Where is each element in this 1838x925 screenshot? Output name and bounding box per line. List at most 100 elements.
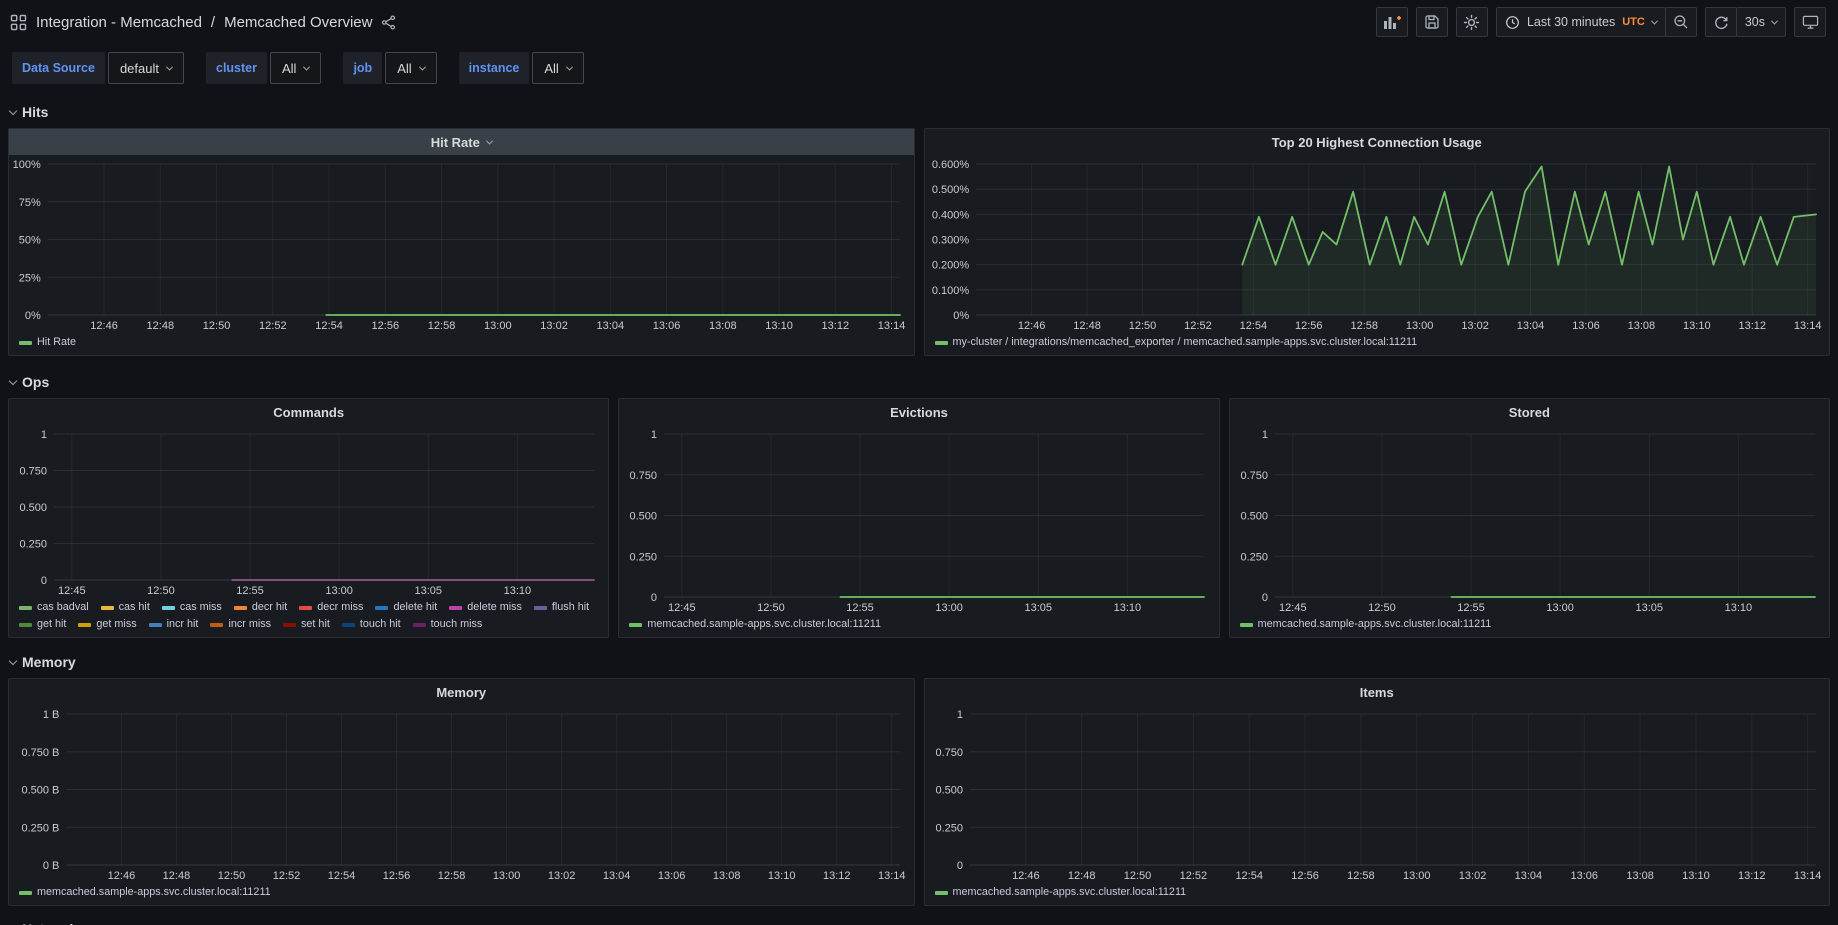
- legend-swatch: [283, 623, 296, 627]
- chart-svg-hit-rate[interactable]: 12:4612:4812:5012:5212:5412:5612:5813:00…: [9, 155, 914, 334]
- dashboard-variables-bar: Data SourcedefaultclusterAlljobAllinstan…: [0, 44, 1838, 94]
- time-range-picker[interactable]: Last 30 minutes UTC: [1496, 7, 1666, 37]
- y-tick-label: 1 B: [43, 709, 60, 721]
- legend-item-memcached-sample-apps-svc-cluster-local-[interactable]: memcached.sample-apps.svc.cluster.local:…: [1240, 617, 1492, 632]
- x-tick-label: 13:00: [493, 870, 521, 882]
- panel-title-evictions[interactable]: Evictions: [619, 399, 1218, 425]
- variable-label-data-source[interactable]: Data Source: [12, 52, 105, 84]
- chart-plot-area-stored[interactable]: 12:4512:5012:5513:0013:0513:1010.7500.50…: [1230, 425, 1829, 616]
- legend-item-cas-badval[interactable]: cas badval: [19, 600, 89, 615]
- variable-label-instance[interactable]: instance: [459, 52, 530, 84]
- variable-value-instance[interactable]: All: [532, 52, 583, 84]
- x-tick-label: 12:55: [1457, 602, 1485, 614]
- variable-label-cluster[interactable]: cluster: [206, 52, 267, 84]
- variable-value-data-source[interactable]: default: [108, 52, 184, 84]
- x-tick-label: 13:04: [603, 870, 631, 882]
- chart-plot-area-commands[interactable]: 12:4512:5012:5513:0013:0513:1010.7500.50…: [9, 425, 608, 599]
- panel-title-commands[interactable]: Commands: [9, 399, 608, 425]
- panel-row-memory: Memory12:4612:4812:5012:5212:5412:5612:5…: [8, 678, 1830, 906]
- chart-svg-evictions[interactable]: 12:4512:5012:5513:0013:0513:1010.7500.50…: [619, 425, 1218, 616]
- legend-item-decr-miss[interactable]: decr miss: [299, 600, 363, 615]
- top-navbar: Integration - Memcached / Memcached Over…: [0, 0, 1838, 44]
- legend-item-decr-hit[interactable]: decr hit: [234, 600, 287, 615]
- legend-item-hit-rate[interactable]: Hit Rate: [19, 335, 76, 350]
- settings-gear-icon[interactable]: [1456, 7, 1488, 37]
- row-label: Hits: [22, 104, 48, 120]
- chevron-down-icon: [303, 63, 310, 70]
- row-label: Network: [22, 921, 77, 925]
- legend-item-memcached-sample-apps-svc-cluster-local-[interactable]: memcached.sample-apps.svc.cluster.local:…: [629, 617, 881, 632]
- x-tick-label: 12:55: [236, 585, 264, 597]
- cycle-view-monitor-icon[interactable]: [1794, 7, 1826, 37]
- legend-item-my-cluster-integrations-memcached-export[interactable]: my-cluster / integrations/memcached_expo…: [935, 335, 1418, 350]
- add-panel-button[interactable]: [1376, 7, 1408, 37]
- y-tick-label: 0.200%: [931, 260, 969, 272]
- legend-item-memcached-sample-apps-svc-cluster-local-[interactable]: memcached.sample-apps.svc.cluster.local:…: [935, 885, 1187, 900]
- chevron-down-icon: [566, 63, 573, 70]
- legend-item-delete-miss[interactable]: delete miss: [449, 600, 522, 615]
- chart-plot-area-hit-rate[interactable]: 12:4612:4812:5012:5212:5412:5612:5813:00…: [9, 155, 914, 334]
- row-header-memory[interactable]: Memory: [8, 652, 1830, 672]
- panel-stored: Stored12:4512:5012:5513:0013:0513:1010.7…: [1229, 398, 1830, 638]
- chevron-down-icon: [1771, 17, 1778, 24]
- refresh-icon[interactable]: [1705, 7, 1737, 37]
- legend-item-get-hit[interactable]: get hit: [19, 617, 66, 632]
- x-tick-label: 12:48: [147, 320, 175, 332]
- x-tick-label: 13:14: [878, 870, 906, 882]
- panel-title-memory[interactable]: Memory: [9, 679, 914, 705]
- chart-svg-items[interactable]: 12:4612:4812:5012:5212:5412:5612:5813:00…: [925, 705, 1830, 884]
- x-tick-label: 12:54: [1235, 870, 1263, 882]
- refresh-interval-select[interactable]: 30s: [1736, 7, 1786, 37]
- variable-value-cluster[interactable]: All: [270, 52, 321, 84]
- zoom-out-button[interactable]: [1665, 7, 1697, 37]
- chart-svg-top20-connection-usage[interactable]: 12:4612:4812:5012:5212:5412:5612:5813:00…: [925, 155, 1830, 334]
- share-icon[interactable]: [381, 15, 396, 30]
- legend-item-delete-hit[interactable]: delete hit: [375, 600, 437, 615]
- chart-svg-stored[interactable]: 12:4512:5012:5513:0013:0513:1010.7500.50…: [1230, 425, 1829, 616]
- legend-item-cas-miss[interactable]: cas miss: [162, 600, 222, 615]
- row-header-ops[interactable]: Ops: [8, 372, 1830, 392]
- x-tick-label: 12:48: [1067, 870, 1095, 882]
- legend-item-flush-hit[interactable]: flush hit: [534, 600, 589, 615]
- panel-title-items[interactable]: Items: [925, 679, 1830, 705]
- legend-item-get-miss[interactable]: get miss: [78, 617, 136, 632]
- legend-label: flush hit: [552, 600, 589, 615]
- y-tick-label: 0.500%: [931, 184, 969, 196]
- legend-item-memcached-sample-apps-svc-cluster-local-[interactable]: memcached.sample-apps.svc.cluster.local:…: [19, 885, 271, 900]
- x-tick-label: 12:56: [383, 870, 411, 882]
- x-tick-label: 12:52: [259, 320, 287, 332]
- panel-title-top20-connection-usage[interactable]: Top 20 Highest Connection Usage: [925, 129, 1830, 155]
- panel-title-hit-rate[interactable]: Hit Rate: [9, 129, 914, 155]
- legend-item-cas-hit[interactable]: cas hit: [101, 600, 150, 615]
- chart-plot-area-items[interactable]: 12:4612:4812:5012:5212:5412:5612:5813:00…: [925, 705, 1830, 884]
- x-tick-label: 12:46: [108, 870, 136, 882]
- y-tick-label: 75%: [19, 197, 41, 209]
- legend-item-touch-hit[interactable]: touch hit: [342, 617, 401, 632]
- legend-item-incr-hit[interactable]: incr hit: [149, 617, 199, 632]
- panel-title-stored[interactable]: Stored: [1230, 399, 1829, 425]
- chart-plot-area-evictions[interactable]: 12:4512:5012:5513:0013:0513:1010.7500.50…: [619, 425, 1218, 616]
- legend-item-incr-miss[interactable]: incr miss: [210, 617, 271, 632]
- variable-label-job[interactable]: job: [343, 52, 382, 84]
- y-tick-label: 0.500 B: [21, 785, 59, 797]
- legend-swatch: [534, 606, 547, 610]
- time-range-label: Last 30 minutes: [1527, 15, 1615, 29]
- save-icon[interactable]: [1416, 7, 1448, 37]
- chevron-down-icon: [486, 137, 493, 144]
- chart-svg-commands[interactable]: 12:4512:5012:5513:0013:0513:1010.7500.50…: [9, 425, 608, 599]
- chart-plot-area-top20-connection-usage[interactable]: 12:4612:4812:5012:5212:5412:5612:5813:00…: [925, 155, 1830, 334]
- dashboards-grid-icon[interactable]: [10, 14, 27, 31]
- y-tick-label: 0.600%: [931, 159, 969, 171]
- chart-plot-area-memory[interactable]: 12:4612:4812:5012:5212:5412:5612:5813:00…: [9, 705, 914, 884]
- chart-svg-memory[interactable]: 12:4612:4812:5012:5212:5412:5612:5813:00…: [9, 705, 914, 884]
- legend-item-touch-miss[interactable]: touch miss: [413, 617, 483, 632]
- variable-selected-value: All: [397, 61, 411, 76]
- row-header-hits[interactable]: Hits: [8, 102, 1830, 122]
- legend-label: memcached.sample-apps.svc.cluster.local:…: [647, 617, 881, 632]
- legend-label: get miss: [96, 617, 136, 632]
- x-tick-label: 12:50: [1128, 320, 1156, 332]
- breadcrumb-dashboard-title[interactable]: Integration - Memcached: [36, 14, 202, 31]
- variable-value-job[interactable]: All: [385, 52, 436, 84]
- legend-item-set-hit[interactable]: set hit: [283, 617, 330, 632]
- row-header-network[interactable]: Network: [8, 919, 1830, 925]
